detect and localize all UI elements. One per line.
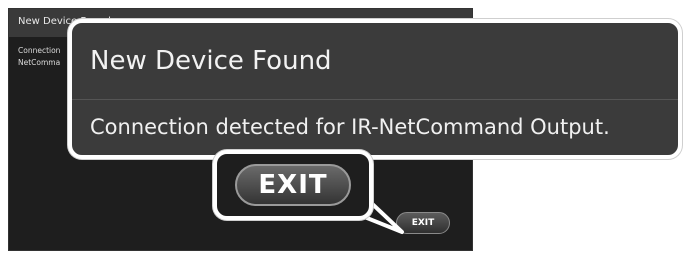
dialog-message: Connection detected for IR-NetCommand Ou… <box>90 115 610 139</box>
exit-button-magnified[interactable]: EXIT <box>235 164 351 206</box>
exit-button-callout: EXIT <box>213 150 373 220</box>
exit-button[interactable]: EXIT <box>396 212 450 234</box>
new-device-dialog-callout: New Device Found Connection detected for… <box>68 19 682 159</box>
dialog-title: New Device Found <box>90 46 332 76</box>
